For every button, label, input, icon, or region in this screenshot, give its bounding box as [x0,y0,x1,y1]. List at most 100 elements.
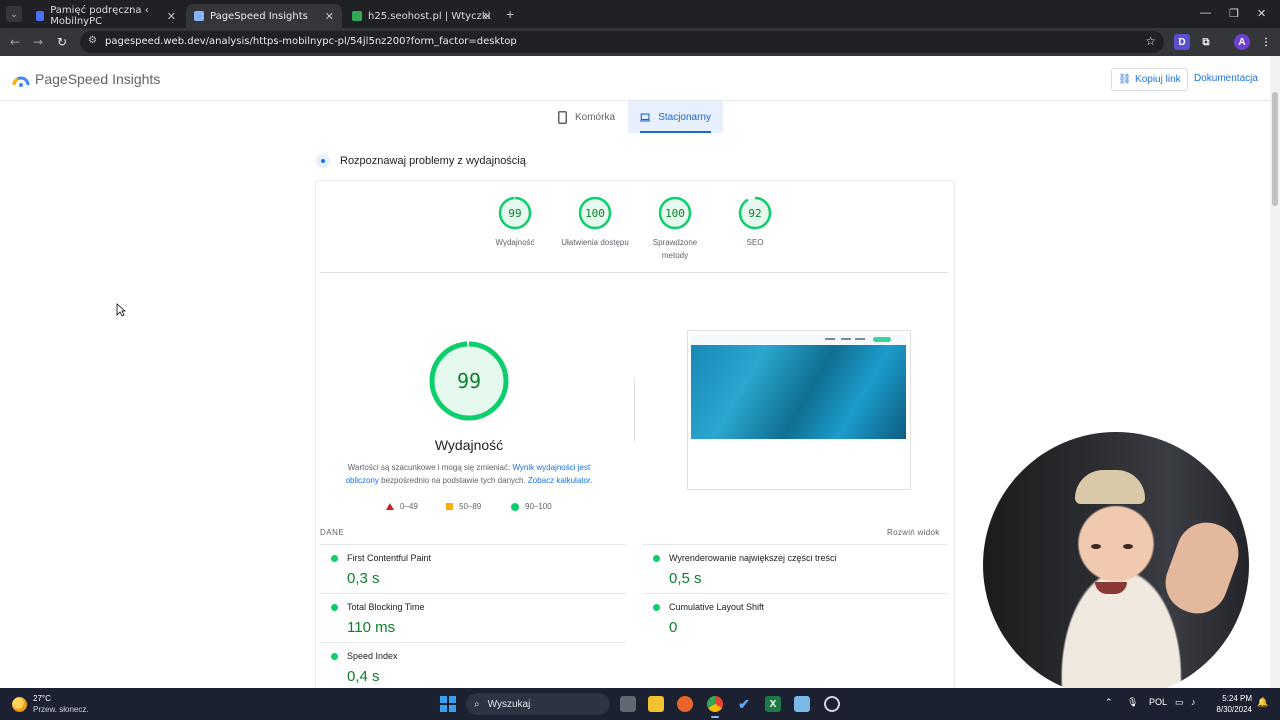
psi-header: PageSpeed Insights ⛓ Kopiuj link Dokumen… [0,56,1270,101]
tab-title: Pamięć podręczna ‹ MobilnyPC [50,5,149,27]
desc-text: . [590,476,593,485]
address-bar[interactable]: ⚙ pagespeed.web.dev/analysis/https-mobil… [80,31,1164,53]
performance-title: Wydajność [434,437,504,453]
webcam-person-hair [1075,470,1145,504]
search-icon: ⌕ [474,698,480,710]
tray-chevron-up-icon[interactable]: ⌃ [1105,697,1113,708]
tab-desktop[interactable]: Stacjonarny [628,101,723,133]
extensions-puzzle-icon[interactable]: ⧉ [1198,34,1214,50]
volume-icon[interactable]: ♪ [1191,697,1196,707]
browser-toolbar: ← → ↻ ⚙ pagespeed.web.dev/analysis/https… [0,28,1280,56]
metric-name: Wyrenderowanie największej części treści [669,553,837,563]
firefox-icon[interactable] [677,696,693,712]
start-button[interactable] [440,696,456,712]
close-tab-icon[interactable]: ✕ [325,10,334,23]
forward-arrow-icon[interactable]: → [33,35,43,49]
input-language[interactable]: POL [1149,697,1167,707]
metric-tbt: Total Blocking Time 110 ms [320,593,626,641]
reload-icon[interactable]: ↻ [57,35,67,49]
notepad-icon[interactable] [794,696,810,712]
metric-lcp: Wyrenderowanie największej części treści… [642,544,948,592]
score-seo[interactable]: 92 SEO [710,196,800,249]
metric-value: 0,5 s [669,570,702,587]
close-tab-icon[interactable]: ✕ [167,10,176,23]
recording-app-icon[interactable] [824,696,840,712]
close-window-icon[interactable]: ✕ [1257,7,1266,20]
page-title: PageSpeed Insights [35,71,161,87]
bookmark-star-icon[interactable]: ☆ [1145,34,1156,48]
copy-link-button[interactable]: ⛓ Kopiuj link [1111,68,1188,91]
restore-icon[interactable]: ❐ [1229,7,1239,20]
url-text: pagespeed.web.dev/analysis/https-mobilny… [105,36,517,47]
pagespeed-favicon-icon [194,11,204,21]
close-tab-icon[interactable]: ✕ [483,10,492,23]
score-label: Sprawdzone metody [652,238,698,260]
documentation-link[interactable]: Dokumentacja [1194,73,1258,84]
page-scrollbar[interactable] [1270,56,1280,688]
new-tab-plus-icon[interactable]: + [506,6,514,22]
weather-sun-icon[interactable] [12,697,27,712]
profile-avatar[interactable]: A [1234,34,1250,50]
back-arrow-icon[interactable]: ← [10,35,20,49]
task-view-icon[interactable] [620,696,636,712]
browser-tab-cache[interactable]: Pamięć podręczna ‹ MobilnyPC ✕ [28,4,184,28]
excel-icon[interactable]: X [765,696,781,712]
tab-mobile[interactable]: Komórka [546,101,627,133]
legend-bad-label: 0–49 [400,502,418,511]
tab-title: PageSpeed Insights [210,10,308,22]
browser-tab-plugins[interactable]: h25.seohost.pl | Wtyczki ✕ [344,4,500,28]
gauge-ring: 92 [738,196,772,230]
metric-speed-index: Speed Index 0,4 s [320,642,626,688]
legend-good: 90–100 [511,502,552,511]
minimize-icon[interactable]: — [1200,7,1211,19]
card-divider [320,272,948,273]
diagnose-heading-text: Rozpoznawaj problemy z wydajnością [340,155,526,167]
browser-tab-strip: ⌄ Pamięć podręczna ‹ MobilnyPC ✕ PageSpe… [0,0,1280,28]
desc-text: Wartości są szacunkowe i mogą się zmieni… [347,463,513,472]
webcam-person-eye [1091,544,1101,549]
score-best-practices[interactable]: 100 Sprawdzone metody [630,196,720,262]
pass-dot-icon [331,604,338,611]
expand-view-button[interactable]: Rozwiń widok [887,528,940,537]
extension-d-icon[interactable]: D [1174,34,1190,50]
calculator-link[interactable]: Zobacz kalkulator [528,476,590,485]
windows-taskbar: 27°C Przew. słonecz. ⌕ Wyszukaj ✔ X ⌃ 🎙 … [0,688,1280,720]
clock-time: 5:24 PM [1222,694,1252,703]
profile-letter: A [1238,36,1246,48]
tab-search-chevron-icon[interactable]: ⌄ [6,6,22,22]
browser-tab-pagespeed[interactable]: PageSpeed Insights ✕ [186,4,342,28]
metric-name: First Contentful Paint [347,553,432,563]
score-value: 99 [508,207,521,220]
webcam-person-hand [1157,514,1247,622]
page-screenshot-thumbnail [687,330,911,490]
green-circle-icon [511,502,519,511]
taskbar-clock[interactable]: 5:24 PM 8/30/2024 [1206,693,1252,715]
chrome-menu-icon[interactable]: ⋮ [1258,34,1274,50]
screenshot-image [691,335,906,439]
chrome-icon[interactable] [707,696,723,718]
metrics-section-label: DANE [320,528,345,537]
pagespeed-logo-icon [12,76,30,87]
tab-title: h25.seohost.pl | Wtyczki [368,10,491,22]
score-performance[interactable]: 99 Wydajność [470,196,560,249]
pass-dot-icon [653,604,660,611]
search-label: Wyszukaj [487,698,531,710]
file-explorer-icon[interactable] [648,696,664,712]
weather-description[interactable]: Przew. słonecz. [33,705,89,714]
diagnose-icon [316,154,330,168]
scrollbar-thumb[interactable] [1272,92,1278,206]
score-accessibility[interactable]: 100 Ułatwienia dostępu [550,196,640,249]
score-value: 100 [665,207,685,220]
screenshot-nav-link [841,338,851,340]
taskbar-search[interactable]: ⌕ Wyszukaj [466,693,610,715]
weather-temperature[interactable]: 27°C [33,694,51,703]
score-value: 92 [748,207,761,220]
mobilnypc-favicon-icon [36,11,45,21]
legend-good-label: 90–100 [525,502,552,511]
orange-square-icon [446,503,453,510]
checkmark-app-icon[interactable]: ✔ [736,696,752,712]
notification-bell-icon[interactable]: 🔔 [1257,697,1268,708]
network-icon[interactable]: ▭ [1175,697,1184,708]
site-info-icon[interactable]: ⚙ [88,35,97,46]
microphone-icon[interactable]: 🎙 [1127,697,1138,708]
